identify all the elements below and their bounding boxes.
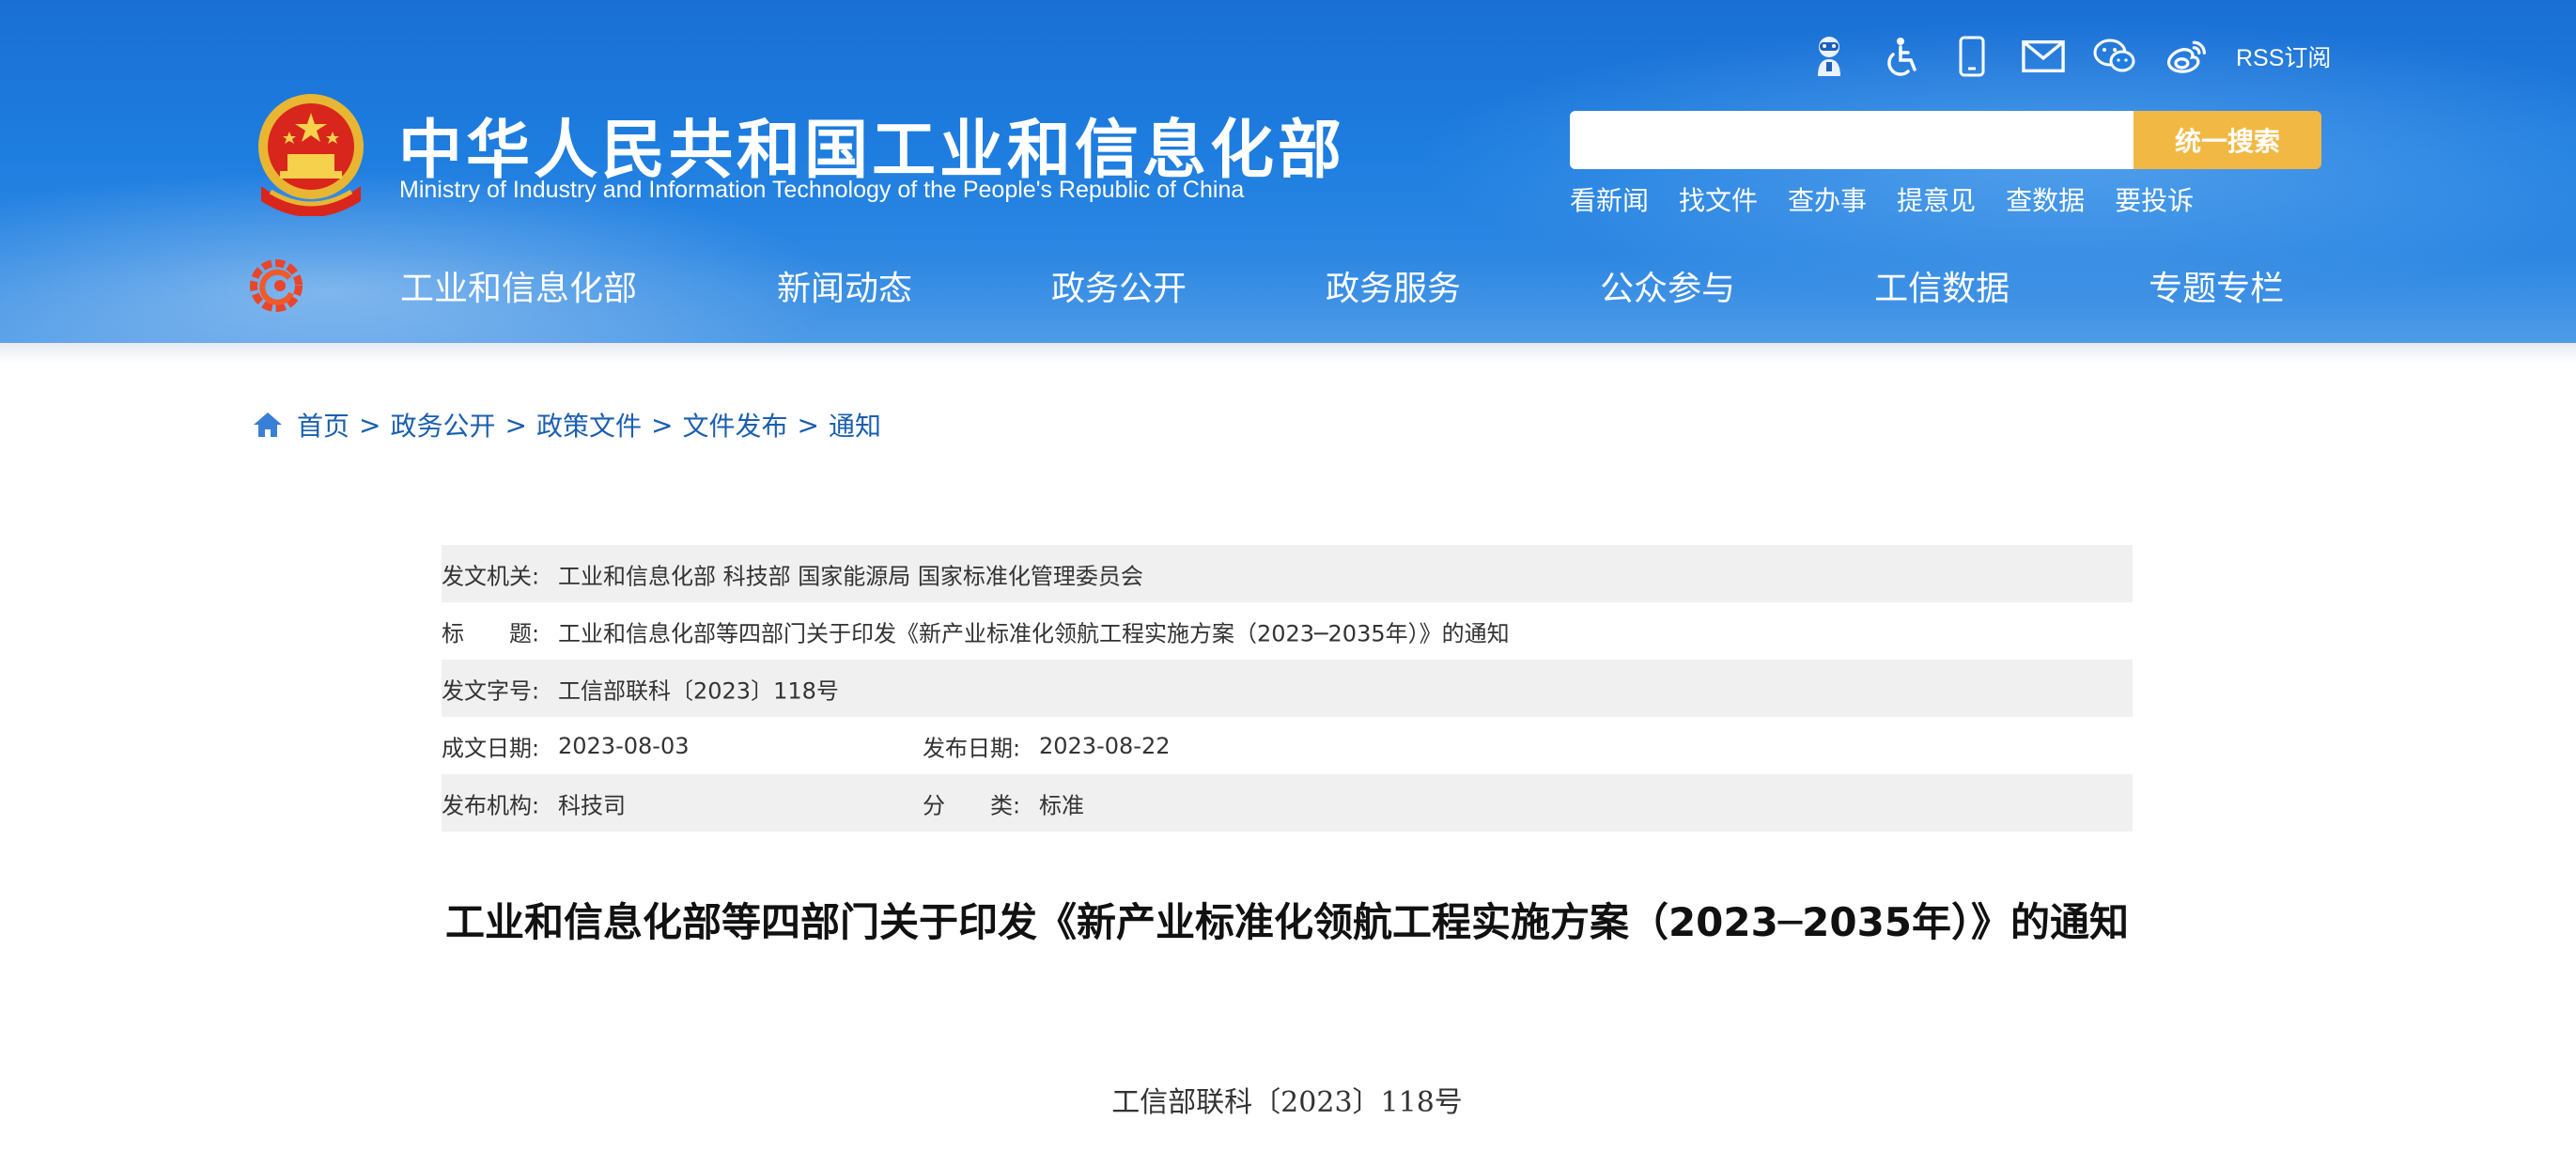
publishing-org-value: 科技司: [558, 792, 626, 818]
published-date-value: 2023-08-22: [1039, 732, 1171, 759]
info-row-org-category: 发布机构: 科技司 分 类: 标准: [442, 774, 2133, 832]
breadcrumb-separator: >: [359, 409, 381, 441]
breadcrumb-file-release[interactable]: 文件发布: [682, 406, 787, 443]
nav-item-special-topics[interactable]: 专题专栏: [2149, 261, 2284, 310]
issuer-value: 工业和信息化部 科技部 国家能源局 国家标准化管理委员会: [558, 563, 1143, 589]
published-date-label: 发布日期:: [923, 735, 1021, 761]
nav-item-public-participation[interactable]: 公众参与: [1600, 261, 1735, 310]
issuer-label: 发文机关:: [442, 563, 540, 589]
search-input[interactable]: [1570, 111, 2134, 169]
home-icon[interactable]: [252, 409, 284, 441]
document-title: 工业和信息化部等四部门关于印发《新产业标准化领航工程实施方案（2023─2035…: [444, 899, 2130, 945]
nav-item-data[interactable]: 工信数据: [1874, 261, 2010, 310]
top-toolbar: RSS订阅: [1808, 32, 2331, 81]
rss-link[interactable]: RSS订阅: [2236, 39, 2331, 73]
quick-link-files[interactable]: 找文件: [1679, 180, 1758, 218]
quick-link-services[interactable]: 查办事: [1788, 180, 1867, 218]
search-button[interactable]: 统一搜索: [2134, 111, 2321, 169]
breadcrumb: 首页 > 政务公开 > 政策文件 > 文件发布 > 通知: [252, 406, 881, 443]
wechat-icon[interactable]: [2093, 35, 2136, 78]
accessibility-icon[interactable]: [1879, 35, 1922, 78]
main-nav: 工业和信息化部 新闻动态 政务公开 政务服务 公众参与 工信数据 专题专栏: [400, 261, 2284, 310]
publishing-org-label: 发布机构:: [442, 792, 540, 818]
nav-item-services[interactable]: 政务服务: [1326, 261, 1461, 310]
site-header: 中华人民共和国工业和信息化部 Ministry of Industry and …: [0, 0, 2576, 347]
weibo-icon[interactable]: [2165, 35, 2208, 78]
category-label: 分 类:: [923, 792, 1021, 818]
created-date-value: 2023-08-03: [558, 732, 690, 759]
site-subtitle: Ministry of Industry and Information Tec…: [399, 177, 1245, 203]
info-row-dates: 成文日期: 2023-08-03 发布日期: 2023-08-22: [442, 717, 2133, 774]
document-info-table: 发文机关: 工业和信息化部 科技部 国家能源局 国家标准化管理委员会 标 题: …: [442, 545, 2133, 832]
created-date-label: 成文日期:: [442, 735, 540, 761]
header-shadow: [0, 343, 2576, 364]
breadcrumb-separator: >: [504, 409, 527, 441]
quick-link-data[interactable]: 查数据: [2006, 180, 2085, 218]
breadcrumb-home[interactable]: 首页: [297, 406, 349, 443]
nav-item-news[interactable]: 新闻动态: [777, 261, 912, 310]
breadcrumb-government-affairs[interactable]: 政务公开: [390, 406, 495, 443]
document-number: 工信部联科〔2023〕118号: [1111, 1086, 1463, 1119]
ministry-logo-icon[interactable]: [248, 257, 304, 314]
nav-item-government-affairs[interactable]: 政务公开: [1051, 261, 1187, 310]
title-label: 标 题:: [442, 620, 540, 646]
nav-item-ministry[interactable]: 工业和信息化部: [400, 261, 637, 310]
quick-link-feedback[interactable]: 提意见: [1897, 180, 1976, 218]
breadcrumb-separator: >: [650, 409, 674, 441]
info-row-doc-number: 发文字号: 工信部联科〔2023〕118号: [442, 660, 2133, 717]
category-value: 标准: [1039, 792, 1084, 818]
doc-number-value: 工信部联科〔2023〕118号: [558, 677, 839, 704]
quick-link-news[interactable]: 看新闻: [1570, 180, 1649, 218]
mobile-icon[interactable]: [1950, 35, 1994, 78]
doc-number-label: 发文字号:: [442, 677, 540, 704]
info-row-issuer: 发文机关: 工业和信息化部 科技部 国家能源局 国家标准化管理委员会: [442, 545, 2133, 602]
quick-links: 看新闻 找文件 查办事 提意见 查数据 要投诉: [1570, 180, 2224, 218]
info-row-title: 标 题: 工业和信息化部等四部门关于印发《新产业标准化领航工程实施方案（2023…: [442, 602, 2133, 660]
mail-icon[interactable]: [2022, 35, 2065, 78]
breadcrumb-policy-files[interactable]: 政策文件: [536, 406, 642, 443]
national-emblem-icon: [258, 94, 364, 216]
quick-link-complaint[interactable]: 要投诉: [2115, 180, 2194, 218]
assistant-icon[interactable]: [1808, 35, 1851, 78]
title-value: 工业和信息化部等四部门关于印发《新产业标准化领航工程实施方案（2023─2035…: [558, 620, 1510, 646]
breadcrumb-separator: >: [797, 409, 819, 441]
breadcrumb-notice[interactable]: 通知: [829, 406, 881, 443]
